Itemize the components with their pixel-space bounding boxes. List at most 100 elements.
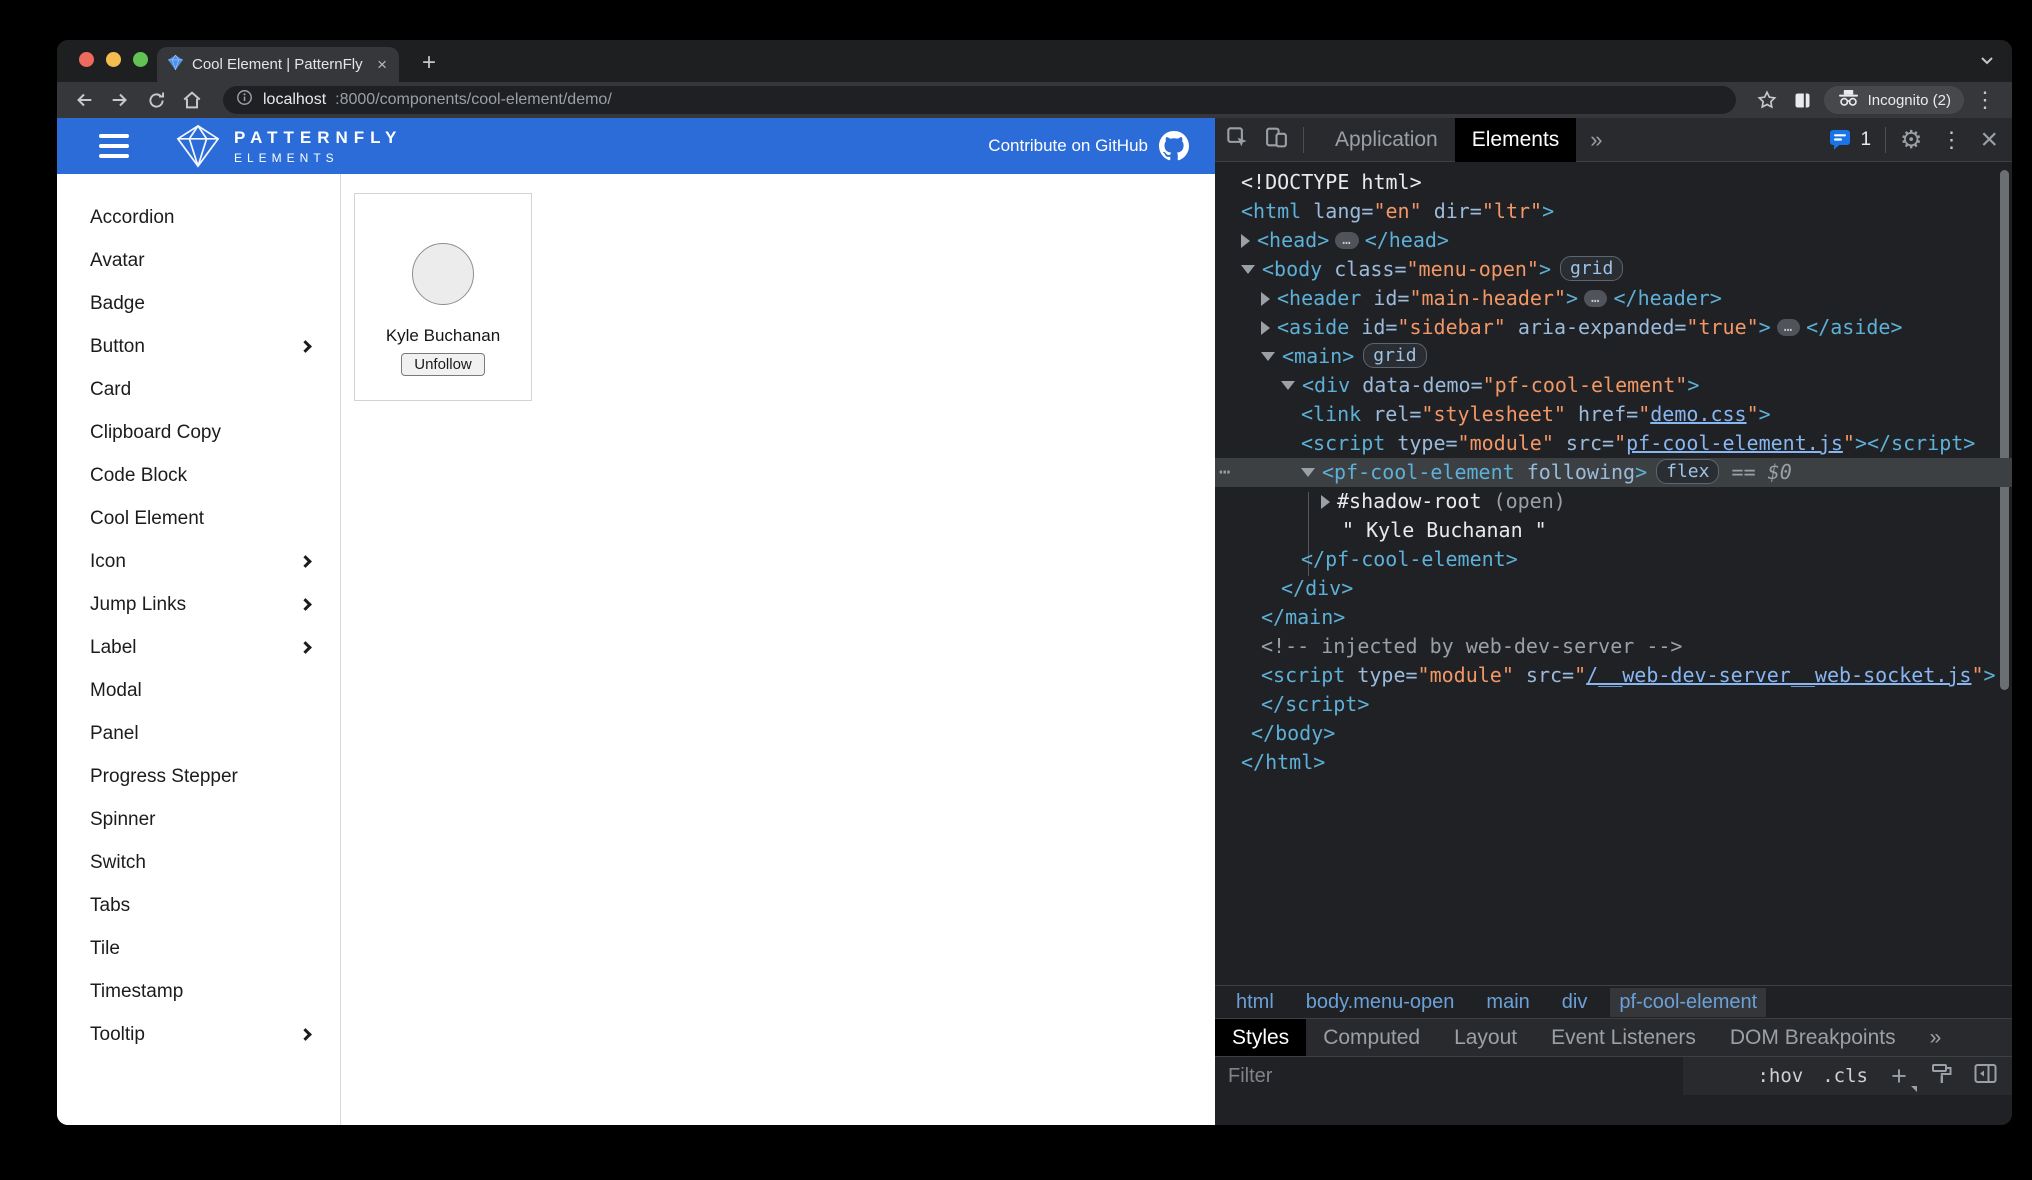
more-actions-ellipsis[interactable]: ⋯ [1219, 458, 1231, 487]
new-style-rule-plus-icon[interactable]: + [1887, 1063, 1911, 1090]
devtools-tab-application[interactable]: Application [1318, 118, 1455, 162]
sidebar-item-button[interactable]: Button [57, 325, 340, 368]
sidebar-item-card[interactable]: Card [57, 368, 340, 411]
sidebar-item-panel[interactable]: Panel [57, 712, 340, 755]
more-style-tabs-chevron[interactable]: » [1913, 1019, 1959, 1057]
sidebar-item-clipboard-copy[interactable]: Clipboard Copy [57, 411, 340, 454]
twisty-collapsed-icon[interactable] [1261, 292, 1270, 306]
dom-tree-line[interactable]: </html> [1215, 748, 2012, 777]
expand-ellipsis-button[interactable]: … [1777, 319, 1800, 336]
site-info-icon[interactable] [235, 88, 254, 112]
browser-tab[interactable]: Cool Element | PatternFly Elem × [157, 47, 399, 82]
toggle-element-classes[interactable]: .cls [1822, 1065, 1868, 1087]
new-tab-button[interactable]: + [415, 49, 443, 77]
side-panel-icon[interactable] [1788, 86, 1818, 114]
toggle-element-state[interactable]: :hov [1757, 1065, 1803, 1087]
unfollow-button[interactable]: Unfollow [401, 353, 485, 376]
devtools-kebab-icon[interactable]: ⋮ [1936, 127, 1966, 153]
toggle-sidebar-panel-icon[interactable] [1973, 1063, 1998, 1090]
sidebar-item-badge[interactable]: Badge [57, 282, 340, 325]
back-icon[interactable] [69, 86, 99, 114]
breadcrumb-item-div[interactable]: div [1553, 988, 1597, 1017]
sidebar-item-tabs[interactable]: Tabs [57, 884, 340, 927]
tab-close-icon[interactable]: × [375, 56, 389, 73]
hamburger-menu-icon[interactable] [99, 134, 129, 158]
dom-tree-line[interactable]: #shadow-root (open) [1215, 487, 2012, 516]
twisty-expanded-icon[interactable] [1241, 265, 1255, 274]
dom-tree-line[interactable]: <!-- injected by web-dev-server --> [1215, 632, 2012, 661]
expand-ellipsis-button[interactable]: … [1335, 232, 1358, 249]
sidebar-item-avatar[interactable]: Avatar [57, 239, 340, 282]
tab-dom-breakpoints[interactable]: DOM Breakpoints [1713, 1019, 1913, 1057]
contribute-github-link[interactable]: Contribute on GitHub [988, 131, 1189, 161]
dom-tree-line[interactable]: <main>grid [1215, 342, 2012, 371]
sidebar-item-cool-element[interactable]: Cool Element [57, 497, 340, 540]
zoom-window-button[interactable] [133, 52, 148, 67]
sidebar-item-label[interactable]: Label [57, 626, 340, 669]
bookmark-star-icon[interactable] [1752, 86, 1782, 114]
breadcrumb-item-html[interactable]: html [1227, 988, 1283, 1017]
twisty-collapsed-icon[interactable] [1241, 234, 1250, 248]
dom-tree-line[interactable]: <link rel="stylesheet" href="demo.css"> [1215, 400, 2012, 429]
twisty-expanded-icon[interactable] [1301, 468, 1315, 477]
forward-icon[interactable] [105, 86, 135, 114]
more-panels-chevron[interactable]: » [1590, 127, 1602, 153]
reload-icon[interactable] [141, 86, 171, 114]
close-window-button[interactable] [79, 52, 94, 67]
twisty-expanded-icon[interactable] [1281, 381, 1295, 390]
sidebar-item-jump-links[interactable]: Jump Links [57, 583, 340, 626]
dom-tree-line[interactable]: </script> [1215, 690, 2012, 719]
incognito-badge[interactable]: Incognito (2) [1824, 86, 1964, 114]
sidebar-item-tooltip[interactable]: Tooltip [57, 1013, 340, 1056]
breadcrumb-item-body-menu-open[interactable]: body.menu-open [1297, 988, 1464, 1017]
search-tabs-chevron-icon[interactable] [1980, 52, 1994, 70]
sidebar-item-timestamp[interactable]: Timestamp [57, 970, 340, 1013]
dom-tree-line[interactable]: </pf-cool-element> [1215, 545, 2012, 574]
patternfly-logo[interactable]: PATTERNFLY ELEMENTS [175, 123, 402, 169]
sidebar-item-spinner[interactable]: Spinner [57, 798, 340, 841]
dom-tree-line[interactable]: </body> [1215, 719, 2012, 748]
inspect-element-icon[interactable] [1225, 125, 1250, 155]
minimize-window-button[interactable] [106, 52, 121, 67]
devtools-close-icon[interactable]: × [1980, 125, 1998, 155]
twisty-expanded-icon[interactable] [1261, 352, 1275, 361]
address-bar[interactable]: localhost:8000/components/cool-element/d… [223, 86, 1736, 114]
breadcrumb-item-main[interactable]: main [1477, 988, 1538, 1017]
dom-tree-line[interactable]: " Kyle Buchanan " [1215, 516, 2012, 545]
home-icon[interactable] [177, 86, 207, 114]
styles-filter-input[interactable] [1215, 1057, 1683, 1096]
sidebar-item-accordion[interactable]: Accordion [57, 196, 340, 239]
sidebar-item-modal[interactable]: Modal [57, 669, 340, 712]
layout-badge[interactable]: flex [1656, 459, 1719, 484]
dom-tree-line[interactable]: </div> [1215, 574, 2012, 603]
sidebar-item-code-block[interactable]: Code Block [57, 454, 340, 497]
twisty-collapsed-icon[interactable] [1321, 495, 1330, 509]
dom-tree-line[interactable]: <script type="module" src="pf-cool-eleme… [1215, 429, 2012, 458]
layout-badge[interactable]: grid [1560, 256, 1623, 281]
sidebar-item-switch[interactable]: Switch [57, 841, 340, 884]
browser-menu-kebab-icon[interactable]: ⋮ [1970, 87, 2000, 113]
device-toolbar-icon[interactable] [1264, 125, 1289, 155]
breadcrumb-item-pf-cool-element[interactable]: pf-cool-element [1610, 988, 1766, 1017]
console-issues-badge[interactable]: 1 [1829, 129, 1871, 151]
dom-tree-line[interactable]: <header id="main-header">…</header> [1215, 284, 2012, 313]
dom-tree-line[interactable]: </main> [1215, 603, 2012, 632]
dom-tree-line[interactable]: <!DOCTYPE html> [1215, 168, 2012, 197]
dom-tree-line[interactable]: ⋯<pf-cool-element following>flex == $0 [1215, 458, 2012, 487]
paint-roller-icon[interactable] [1930, 1062, 1954, 1091]
devtools-tab-elements[interactable]: Elements [1455, 118, 1577, 162]
tab-layout[interactable]: Layout [1437, 1019, 1534, 1057]
dom-tree-line[interactable]: <script type="module" src="/__web-dev-se… [1215, 661, 2012, 690]
expand-ellipsis-button[interactable]: … [1584, 290, 1607, 307]
tab-styles[interactable]: Styles [1215, 1019, 1306, 1057]
sidebar-item-progress-stepper[interactable]: Progress Stepper [57, 755, 340, 798]
sidebar-item-tile[interactable]: Tile [57, 927, 340, 970]
sidebar-item-icon[interactable]: Icon [57, 540, 340, 583]
settings-gear-icon[interactable]: ⚙ [1900, 125, 1922, 155]
tab-computed[interactable]: Computed [1306, 1019, 1437, 1057]
dom-tree-line[interactable]: <head>…</head> [1215, 226, 2012, 255]
dom-tree-line[interactable]: <aside id="sidebar" aria-expanded="true"… [1215, 313, 2012, 342]
dom-tree-line[interactable]: <html lang="en" dir="ltr"> [1215, 197, 2012, 226]
twisty-collapsed-icon[interactable] [1261, 321, 1270, 335]
tab-event-listeners[interactable]: Event Listeners [1534, 1019, 1713, 1057]
